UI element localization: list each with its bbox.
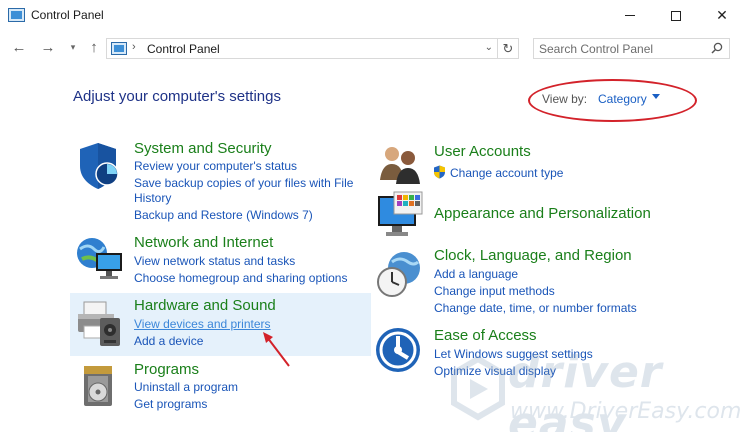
address-bar[interactable]: › Control Panel ⌄	[106, 38, 498, 59]
link-devices-printers[interactable]: View devices and printers	[134, 317, 271, 332]
link-input-methods[interactable]: Change input methods	[434, 284, 555, 299]
user-accounts-icon[interactable]	[374, 140, 426, 192]
arrow-left-icon: ←	[11, 38, 27, 56]
annotation-arrow-icon	[263, 332, 290, 367]
refresh-button[interactable]: ↻	[498, 38, 519, 59]
watermark-url: www.DriverEasy.com	[510, 399, 742, 424]
recent-locations-button[interactable]: ▾	[63, 37, 83, 57]
link-add-language[interactable]: Add a language	[434, 267, 518, 282]
up-button[interactable]: ↑	[84, 37, 104, 57]
page-heading: Adjust your computer's settings	[73, 88, 281, 105]
arrow-right-icon: →	[40, 38, 56, 56]
close-icon: ✕	[716, 7, 728, 23]
link-review-status[interactable]: Review your computer's status	[134, 159, 297, 174]
control-panel-icon	[8, 8, 25, 22]
breadcrumb-separator-icon[interactable]: ›	[132, 41, 136, 53]
link-backup-restore[interactable]: Backup and Restore (Windows 7)	[134, 208, 313, 223]
refresh-icon: ↻	[502, 40, 514, 56]
driver-easy-logo-icon	[451, 355, 505, 421]
appearance-icon[interactable]	[374, 190, 426, 242]
category-appearance[interactable]: Appearance and Personalization	[434, 205, 651, 222]
window-title: Control Panel	[31, 8, 104, 22]
link-homegroup[interactable]: Choose homegroup and sharing options	[134, 271, 347, 286]
address-dropdown-icon[interactable]: ⌄	[485, 42, 493, 53]
link-save-backup[interactable]: Save backup copies of your files with Fi…	[134, 176, 353, 191]
shield-icon[interactable]	[74, 140, 126, 192]
forward-button[interactable]: →	[38, 37, 58, 57]
view-by-caret-icon[interactable]	[652, 94, 660, 99]
title-bar: Control Panel ✕	[0, 0, 745, 31]
search-input[interactable]	[534, 39, 704, 58]
category-programs[interactable]: Programs	[134, 361, 199, 378]
link-network-status[interactable]: View network status and tasks	[134, 254, 295, 269]
arrow-up-icon: ↑	[90, 38, 98, 56]
link-uninstall-program[interactable]: Uninstall a program	[134, 380, 238, 395]
watermark: driver easy www.DriverEasy.com	[448, 345, 745, 432]
chevron-down-icon: ▾	[70, 41, 76, 52]
breadcrumb-control-panel[interactable]: Control Panel	[147, 42, 220, 56]
back-button[interactable]: ←	[9, 37, 29, 57]
navigation-bar: ← → ▾ ↑ › Control Panel ⌄ ↻	[0, 31, 745, 65]
category-system-security[interactable]: System and Security	[134, 140, 272, 157]
printer-icon[interactable]	[74, 298, 126, 350]
link-date-formats[interactable]: Change date, time, or number formats	[434, 301, 637, 316]
view-by-label: View by:	[542, 92, 588, 106]
maximize-button[interactable]	[653, 0, 699, 31]
minimize-button[interactable]	[607, 0, 653, 31]
control-panel-icon	[111, 42, 127, 55]
category-user-accounts[interactable]: User Accounts	[434, 143, 531, 160]
maximize-icon	[671, 10, 681, 21]
programs-icon[interactable]	[74, 360, 126, 412]
category-ease-of-access[interactable]: Ease of Access	[434, 327, 537, 344]
view-by-dropdown[interactable]: Category	[598, 92, 647, 106]
search-box[interactable]	[533, 38, 730, 59]
link-get-programs[interactable]: Get programs	[134, 397, 207, 412]
clock-globe-icon[interactable]	[374, 248, 426, 300]
link-save-backup-cont[interactable]: History	[134, 191, 171, 206]
minimize-icon	[625, 15, 635, 16]
close-button[interactable]: ✕	[699, 0, 745, 31]
network-globe-icon[interactable]	[74, 233, 126, 285]
category-network-internet[interactable]: Network and Internet	[134, 234, 273, 251]
ease-of-access-icon[interactable]	[374, 326, 426, 378]
category-clock-region[interactable]: Clock, Language, and Region	[434, 247, 632, 264]
search-icon[interactable]	[711, 42, 723, 54]
uac-shield-icon	[434, 165, 445, 179]
category-hardware-sound[interactable]: Hardware and Sound	[134, 297, 276, 314]
link-add-device[interactable]: Add a device	[134, 334, 203, 349]
link-change-account-type[interactable]: Change account type	[450, 166, 563, 181]
